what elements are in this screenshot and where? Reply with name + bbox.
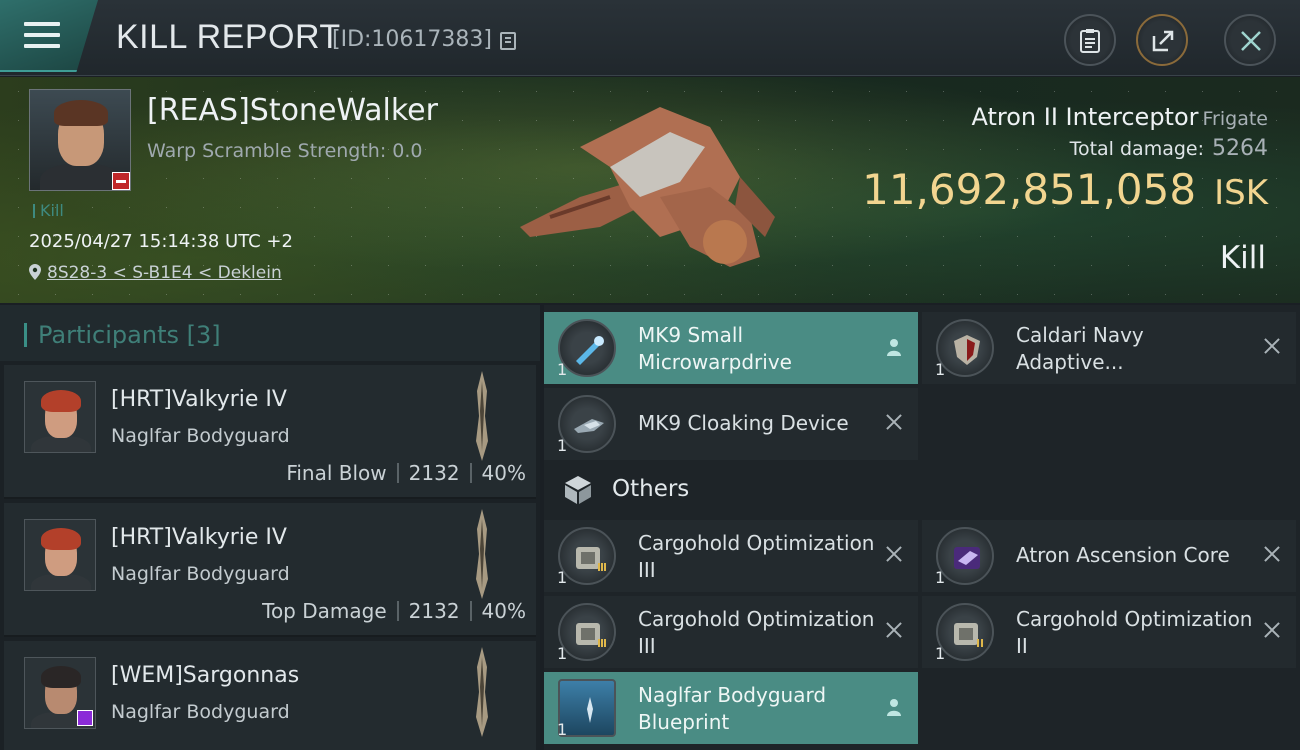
victim-ship-name[interactable]: Atron II Interceptor Frigate [972,103,1269,131]
item-slot[interactable]: 1 Cargohold Optimization III [544,596,918,668]
item-slot[interactable]: 1 Naglfar Bodyguard Blueprint [544,672,918,744]
victim-banner: [REAS]StoneWalker Warp Scramble Strength… [0,77,1300,303]
participant-role: Top Damage [262,599,387,623]
close-button[interactable] [1224,14,1276,66]
participants-panel: Participants [3] [HRT]Valkyrie IV Naglfa… [0,305,540,750]
ship-name-text: Atron II Interceptor [971,103,1199,131]
close-icon [1241,31,1261,51]
kill-tag: Kill [33,201,64,220]
clipboard-button[interactable] [1064,14,1116,66]
participant-ship: Naglfar Bodyguard [111,563,290,585]
share-button[interactable] [1136,14,1188,66]
item-quantity: 1 [935,360,946,379]
participant-ship-icon [476,509,488,599]
participant-stats: Final Blow 2132 40% [286,461,526,485]
copy-id-icon[interactable] [500,32,516,50]
top-bar: KILL REPORT [ID:10617383] [0,0,1300,76]
participant-row[interactable]: [HRT]Valkyrie IV Naglfar Bodyguard Top D… [4,503,536,637]
participant-row[interactable]: [WEM]Sargonnas Naglfar Bodyguard [4,641,536,750]
item-label: MK9 Small Microwarpdrive [638,323,792,374]
share-icon [1152,30,1174,52]
participant-ship-icon [476,647,488,737]
victim-ship-image [520,107,775,267]
item-label: Naglfar Bodyguard Blueprint [638,683,827,734]
participants-header: Participants [3] [0,305,540,361]
item-slot[interactable]: 1 Atron Ascension Core [922,520,1296,592]
participants-count: [3] [186,321,221,349]
participant-name: [HRT]Valkyrie IV [111,525,287,550]
item-quantity: 1 [557,568,568,587]
item-slot[interactable]: 1 MK9 Small Microwarpdrive [544,312,918,384]
item-slot[interactable]: 1 Cargohold Optimization II [922,596,1296,668]
isk-value: 11,692,851,058 ISK [862,165,1268,214]
participant-role: Final Blow [286,461,387,485]
item-quantity: 1 [557,644,568,663]
person-icon [887,699,901,716]
kill-datetime: 2025/04/27 15:14:38 UTC +2 [29,231,293,252]
destroyed-icon [1262,336,1282,356]
destroyed-icon [884,412,904,432]
item-label: Cargohold Optimization II [1016,607,1253,658]
participant-row[interactable]: [HRT]Valkyrie IV Naglfar Bodyguard Final… [4,365,536,499]
victim-name[interactable]: [REAS]StoneWalker [147,93,438,128]
participant-avatar [24,381,96,453]
destroyed-icon [1262,544,1282,564]
participant-ship-icon [476,371,488,461]
isk-amount: 11,692,851,058 [862,165,1197,214]
location-link[interactable]: 8S28-3 < S-B1E4 < Deklein [47,263,282,283]
destroyed-icon [884,620,904,640]
item-label: Atron Ascension Core [1016,543,1230,567]
corp-badge-icon [77,710,93,726]
warp-scramble-strength: Warp Scramble Strength: 0.0 [147,140,423,162]
menu-button[interactable] [0,0,98,72]
items-panel: 1 MK9 Small Microwarpdrive 1 Caldari Nav… [544,305,1300,750]
item-label: Cargohold Optimization III [638,531,875,582]
ship-class: Frigate [1202,108,1268,130]
item-slot[interactable]: 1 MK9 Cloaking Device [544,388,918,460]
victim-avatar[interactable] [29,89,131,191]
location-pin-icon [29,264,41,280]
isk-unit: ISK [1214,173,1268,213]
kill-location[interactable]: 8S28-3 < S-B1E4 < Deklein [29,263,282,283]
item-label: MK9 Cloaking Device [638,411,849,435]
participant-ship: Naglfar Bodyguard [111,701,290,723]
item-quantity: 1 [935,568,946,587]
participant-avatar [24,519,96,591]
participant-percent: 40% [481,599,526,623]
clipboard-icon [1080,29,1100,53]
report-id: [ID:10617383] [332,27,492,52]
total-damage-value: 5264 [1212,136,1268,161]
person-icon [887,339,901,356]
participant-damage: 2132 [408,461,460,485]
item-quantity: 1 [557,436,568,455]
destroyed-icon [884,544,904,564]
participant-avatar [24,657,96,729]
participant-name: [HRT]Valkyrie IV [111,387,287,412]
item-label: Caldari Navy Adaptive... [1016,323,1144,374]
item-label: Cargohold Optimization III [638,607,875,658]
item-quantity: 1 [557,720,568,739]
total-damage: Total damage: 5264 [1070,136,1268,161]
participant-percent: 40% [481,461,526,485]
hamburger-icon [24,22,60,48]
page-title: KILL REPORT [116,18,341,56]
participant-stats: Top Damage 2132 40% [262,599,526,623]
destroyed-icon [1262,620,1282,640]
item-slot[interactable]: 1 Cargohold Optimization III [544,520,918,592]
hostile-badge-icon [112,172,130,190]
others-label: Others [612,476,690,502]
item-slot[interactable]: 1 Caldari Navy Adaptive... [922,312,1296,384]
participants-title: Participants [38,321,179,349]
participant-ship: Naglfar Bodyguard [111,425,290,447]
participant-damage: 2132 [408,599,460,623]
item-quantity: 1 [935,644,946,663]
participant-name: [WEM]Sargonnas [111,663,300,688]
result-label: Kill [1219,240,1266,276]
item-quantity: 1 [557,360,568,379]
total-damage-label: Total damage: [1069,138,1204,160]
cube-icon [565,476,591,504]
